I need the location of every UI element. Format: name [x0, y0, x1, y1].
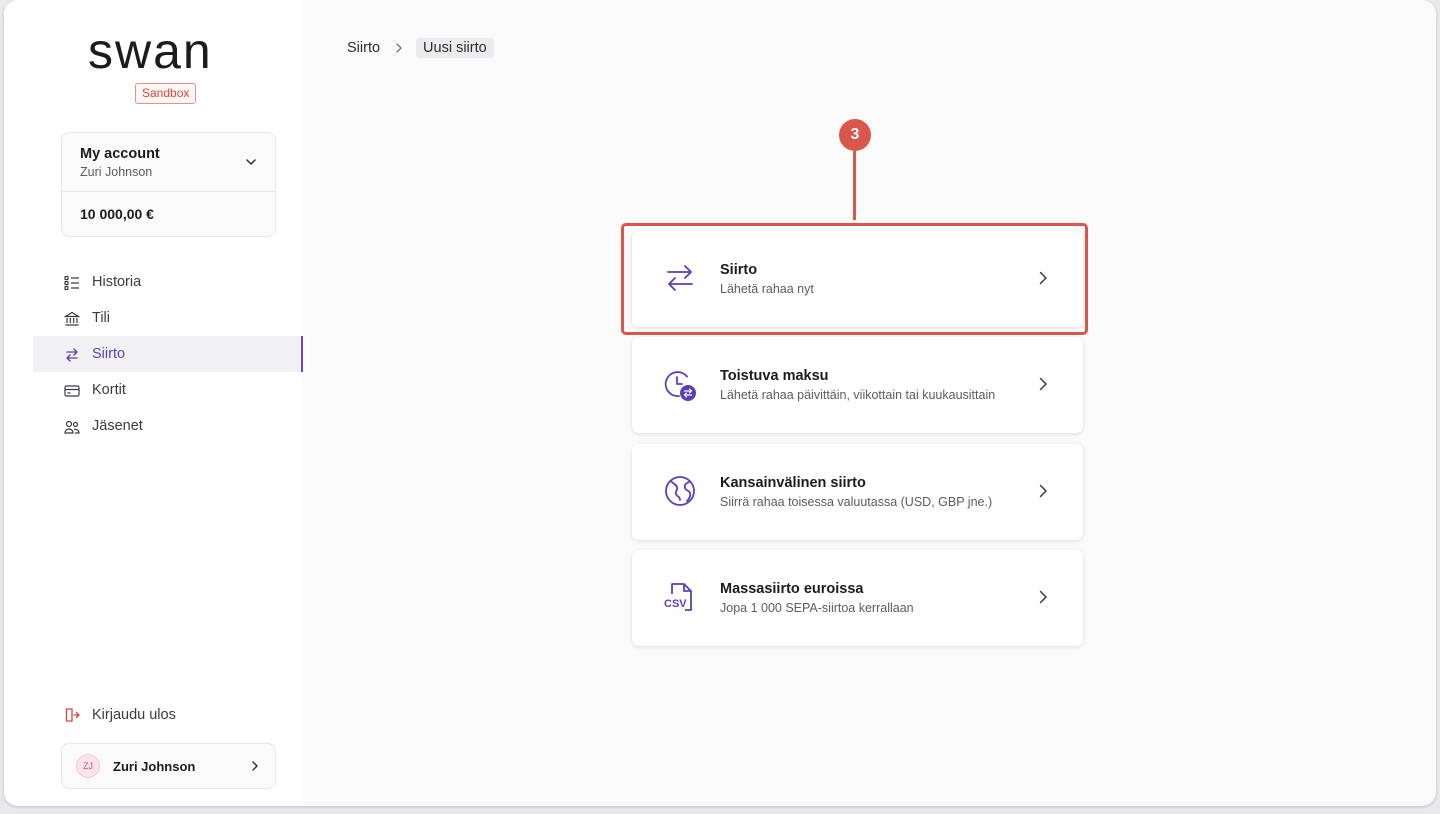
breadcrumb: Siirto Uusi siirto [347, 38, 494, 58]
globe-icon [665, 476, 695, 506]
sidebar-item-label: Jäsenet [92, 418, 143, 434]
members-icon [64, 420, 80, 434]
breadcrumb-link-siirto[interactable]: Siirto [347, 40, 380, 56]
chevron-right-icon [252, 761, 258, 771]
option-title: Kansainvälinen siirto [720, 475, 866, 491]
option-kansainvalinen-siirto[interactable]: Kansainvälinen siirto Siirrä rahaa toise… [632, 444, 1083, 540]
account-holder: Zuri Johnson [80, 165, 153, 179]
option-title: Toistuva maksu [720, 368, 829, 384]
avatar: ZJ [76, 754, 100, 778]
sidebar-nav: Historia Tili Siirto Kortit Jäsenet [33, 264, 303, 444]
step-connector-line [853, 151, 856, 220]
account-name: My account [80, 146, 160, 162]
main-content: Siirto Uusi siirto 3 Siirto Lähetä rahaa… [303, 0, 1436, 806]
option-subtitle: Siirrä rahaa toisessa valuutassa (USD, G… [720, 495, 993, 509]
sidebar-item-jasenet[interactable]: Jäsenet [33, 408, 303, 444]
option-subtitle: Jopa 1 000 SEPA-siirtoa kerrallaan [720, 601, 914, 615]
svg-text:CSV: CSV [664, 598, 687, 610]
account-balance: 10 000,00 € [80, 206, 154, 222]
sandbox-badge: Sandbox [135, 83, 197, 104]
chevron-right-icon [1039, 377, 1047, 391]
chevron-right-icon [396, 43, 402, 53]
sidebar-item-historia[interactable]: Historia [33, 264, 303, 300]
logout-label: Kirjaudu ulos [92, 707, 176, 723]
user-profile-button[interactable]: ZJ Zuri Johnson [61, 743, 276, 789]
chevron-right-icon [1039, 484, 1047, 498]
user-name: Zuri Johnson [113, 758, 196, 774]
account-selector[interactable]: My account Zuri Johnson 10 000,00 € [61, 132, 276, 237]
bank-icon [64, 311, 80, 326]
csv-file-icon: CSV [664, 583, 692, 611]
chevron-right-icon [1039, 590, 1047, 604]
recurring-clock-icon [664, 371, 696, 401]
sidebar-item-label: Historia [92, 274, 142, 290]
transfer-icon [66, 348, 78, 362]
sidebar-item-siirto[interactable]: Siirto [33, 336, 303, 372]
step-highlight-frame [621, 223, 1088, 335]
option-subtitle: Lähetä rahaa päivittäin, viikottain tai … [720, 388, 996, 402]
card-icon [64, 385, 80, 397]
swan-logo[interactable]: swan [88, 30, 250, 76]
sidebar-item-tili[interactable]: Tili [33, 300, 303, 336]
option-title: Massasiirto euroissa [720, 581, 864, 597]
step-number-badge: 3 [839, 119, 871, 151]
sidebar-item-label: Tili [92, 310, 110, 326]
sidebar-item-label: Siirto [92, 346, 126, 362]
list-icon [64, 275, 79, 291]
account-header[interactable]: My account Zuri Johnson [62, 133, 275, 192]
sidebar-item-label: Kortit [92, 382, 126, 398]
svg-text:swan: swan [88, 30, 213, 76]
option-toistuva-maksu[interactable]: Toistuva maksu Lähetä rahaa päivittäin, … [632, 337, 1083, 433]
option-massasiirto-euroissa[interactable]: CSV Massasiirto euroissa Jopa 1 000 SEPA… [632, 550, 1083, 646]
logout-icon [65, 708, 80, 722]
app-window: swan Sandbox My account Zuri Johnson 10 … [4, 0, 1436, 806]
logout-button[interactable]: Kirjaudu ulos [64, 704, 176, 726]
breadcrumb-current: Uusi siirto [416, 38, 494, 58]
sidebar: swan Sandbox My account Zuri Johnson 10 … [4, 0, 303, 806]
sidebar-item-kortit[interactable]: Kortit [33, 372, 303, 408]
chevron-down-icon[interactable] [245, 156, 257, 168]
